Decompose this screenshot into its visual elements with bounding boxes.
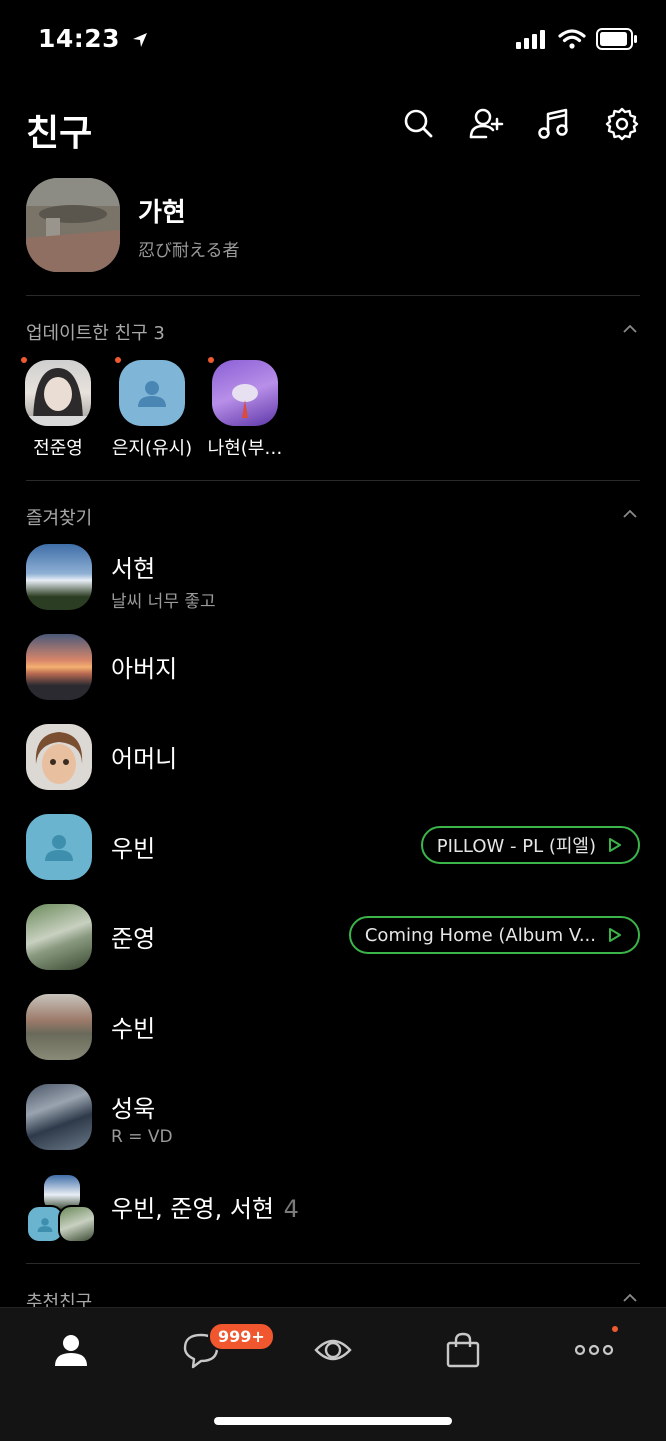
music-title: PILLOW - PL (피엘)	[436, 836, 596, 857]
friend-avatar	[26, 904, 92, 970]
play-icon	[609, 928, 621, 942]
new-dot	[21, 357, 27, 363]
default-avatar-icon	[119, 360, 185, 426]
friend-avatar	[26, 634, 92, 700]
friend-name: 아버지	[111, 655, 178, 683]
friend-avatar	[26, 724, 92, 790]
settings-icon[interactable]	[604, 106, 640, 142]
search-icon[interactable]	[400, 106, 436, 142]
chevron-up-icon[interactable]	[622, 324, 638, 334]
divider	[26, 480, 640, 481]
view-tab-icon[interactable]	[313, 1330, 353, 1370]
friend-row[interactable]: 아버지	[0, 625, 666, 715]
divider	[26, 1263, 640, 1264]
friend-status: R = VD	[111, 1127, 173, 1147]
friend-name: 수빈	[111, 1015, 156, 1043]
friend-avatar	[26, 544, 92, 610]
group-avatar	[26, 1173, 96, 1243]
cellular-signal-icon	[516, 30, 545, 49]
music-profile-pill[interactable]: PILLOW - PL (피엘)	[420, 826, 640, 864]
friend-avatar	[212, 360, 278, 426]
location-arrow-icon	[133, 33, 148, 47]
add-friend-icon[interactable]	[468, 106, 504, 142]
friend-name: 서현	[111, 555, 156, 583]
play-icon	[609, 838, 621, 852]
friend-name: 준영	[111, 925, 156, 953]
my-profile-avatar[interactable]	[26, 178, 120, 272]
chevron-up-icon[interactable]	[622, 509, 638, 519]
friend-status: 날씨 너무 좋고	[111, 592, 216, 612]
music-profile-pill[interactable]: Coming Home (Album V...	[348, 916, 640, 954]
my-profile-name[interactable]: 가현	[138, 192, 186, 229]
default-avatar-icon	[26, 814, 92, 880]
group-chat-row[interactable]: 우빈, 준영, 서현 4	[0, 1165, 666, 1255]
header-actions	[400, 106, 640, 142]
home-indicator[interactable]	[214, 1417, 452, 1425]
friend-avatar	[21, 357, 91, 426]
music-icon[interactable]	[536, 106, 572, 142]
battery-icon	[596, 28, 637, 50]
friend-avatar	[26, 1084, 92, 1150]
group-name: 우빈, 준영, 서현 4	[111, 1195, 299, 1223]
status-indicators	[516, 28, 638, 50]
friend-row[interactable]: 우빈 PILLOW - PL (피엘)	[0, 805, 666, 895]
member-count: 4	[283, 1195, 299, 1223]
friend-row[interactable]: 어머니	[0, 715, 666, 805]
updated-friend[interactable]: 전준영	[12, 357, 104, 460]
status-time: 14:23	[38, 24, 149, 53]
wifi-icon	[558, 29, 586, 49]
friend-name: 성욱	[111, 1095, 156, 1123]
friend-name: 은지(유시)	[111, 438, 193, 459]
favorites-title: 즐겨찾기	[26, 508, 93, 529]
friends-tab-icon[interactable]	[51, 1330, 91, 1370]
unread-chat-badge: 999+	[208, 1322, 275, 1351]
friend-name: 어머니	[111, 745, 178, 773]
my-profile-status: 忍び耐える者	[138, 241, 240, 261]
friend-name: 나현(부…	[207, 438, 283, 459]
more-new-dot	[612, 1326, 618, 1332]
friend-row[interactable]: 서현 날씨 너무 좋고	[0, 535, 666, 625]
updated-friends-title: 업데이트한 친구 3	[26, 323, 165, 344]
updated-friend[interactable]: 은지(유시)	[106, 357, 198, 460]
more-tab-icon[interactable]	[574, 1330, 614, 1370]
friend-row[interactable]: 성욱 R = VD	[0, 1075, 666, 1165]
friend-row[interactable]: 수빈	[0, 985, 666, 1075]
chevron-up-icon[interactable]	[622, 1293, 638, 1303]
new-dot	[208, 357, 214, 363]
friend-name: 우빈	[111, 835, 156, 863]
updated-friend[interactable]: 나현(부…	[199, 357, 291, 460]
shopping-tab-icon[interactable]	[443, 1330, 483, 1370]
friend-name: 전준영	[33, 438, 83, 459]
friend-row[interactable]: 준영 Coming Home (Album V...	[0, 895, 666, 985]
friend-avatar	[26, 994, 92, 1060]
page-title: 친구	[26, 113, 93, 154]
music-title: Coming Home (Album V...	[364, 924, 596, 946]
new-dot	[115, 357, 121, 363]
divider	[26, 295, 640, 296]
